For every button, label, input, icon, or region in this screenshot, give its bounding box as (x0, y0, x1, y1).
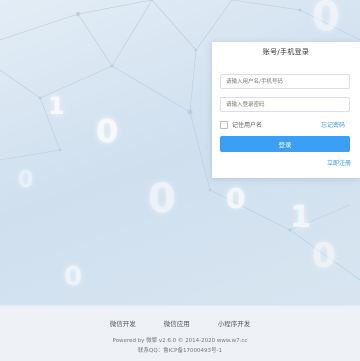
powered-by: Powered by 微擎 v2.6.0 © 2014-2020 www.w7.… (112, 338, 248, 344)
remember-label: 记住用户名 (232, 122, 263, 129)
footer-link-wechat-apps[interactable]: 微信应用 (164, 318, 190, 328)
forgot-password-link[interactable]: 忘记密码 (321, 120, 345, 129)
footer-links: 微信开发 微信应用 小程序开发 (0, 318, 360, 328)
password-input[interactable] (220, 97, 350, 112)
bg-digit: 0 (312, 0, 340, 40)
footer: 微信开发 微信应用 小程序开发 Powered by 微擎 v2.6.0 © 2… (0, 305, 360, 361)
footer-link-miniprogram-dev[interactable]: 小程序开发 (218, 318, 251, 328)
login-button[interactable]: 登录 (220, 136, 350, 152)
bg-digit: 0 (226, 182, 246, 215)
footer-link-wechat-dev[interactable]: 微信开发 (110, 318, 136, 328)
username-input[interactable] (220, 74, 350, 89)
bg-digit: 0 (148, 176, 176, 222)
login-title: 账号/手机登录 (262, 48, 310, 56)
icp-info: 联系QQ：鲁ICP备17000493号-1 (138, 348, 222, 354)
bg-digit: 1 (290, 200, 311, 235)
bg-digit: 0 (64, 262, 83, 292)
bg-digit: 0 (312, 236, 336, 276)
remember-username[interactable]: 记住用户名 (220, 120, 262, 129)
register-link[interactable]: 立即注册 (327, 158, 351, 167)
bg-digit: 1 (48, 92, 65, 120)
bg-digit: 0 (18, 168, 34, 193)
bg-digit: 0 (96, 112, 119, 150)
remember-checkbox[interactable] (220, 120, 228, 129)
